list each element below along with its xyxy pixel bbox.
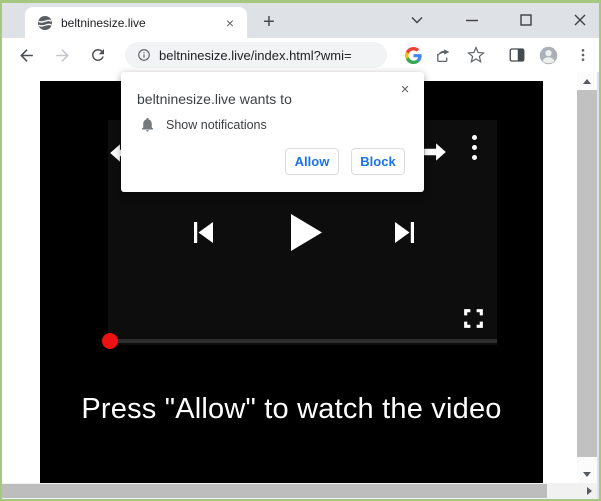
forward-button[interactable] xyxy=(48,41,76,69)
play-icon xyxy=(291,214,322,251)
chevron-down-icon xyxy=(410,13,424,27)
titlebar: beltninesize.live × + xyxy=(2,3,599,38)
scroll-down-icon[interactable] xyxy=(583,472,591,477)
block-button[interactable]: Block xyxy=(351,148,405,175)
toolbar: beltninesize.live/index.html?wmi= xyxy=(2,38,599,72)
notification-permission-dialog: × beltninesize.live wants to Show notifi… xyxy=(121,72,424,192)
avatar-icon xyxy=(538,45,559,66)
horizontal-scrollbar[interactable] xyxy=(2,483,597,499)
star-icon xyxy=(467,46,485,64)
tab-close-icon[interactable]: × xyxy=(221,14,239,32)
side-panel-icon xyxy=(508,46,526,64)
url-text: beltninesize.live/index.html?wmi= xyxy=(159,48,352,63)
permission-label: Show notifications xyxy=(166,118,267,132)
arrow-right-icon xyxy=(422,139,448,165)
window-close-button[interactable] xyxy=(559,3,601,36)
next-track-button[interactable] xyxy=(393,221,415,243)
maximize-icon xyxy=(519,13,533,27)
maximize-button[interactable] xyxy=(505,3,547,36)
forward-arrow-icon xyxy=(53,46,72,65)
three-dot-menu-icon xyxy=(575,47,591,63)
reload-icon xyxy=(89,46,107,64)
reload-button[interactable] xyxy=(84,41,112,69)
side-panel-button[interactable] xyxy=(504,42,530,68)
minimize-button[interactable] xyxy=(451,3,493,36)
bookmark-button[interactable] xyxy=(463,42,489,68)
google-g-icon[interactable] xyxy=(400,42,426,68)
new-tab-button[interactable]: + xyxy=(256,9,282,35)
scroll-right-icon[interactable] xyxy=(587,487,592,495)
allow-button[interactable]: Allow xyxy=(285,148,339,175)
share-icon xyxy=(434,46,452,64)
previous-track-button[interactable] xyxy=(192,221,214,243)
minimize-icon xyxy=(465,13,479,27)
browser-tab[interactable]: beltninesize.live × xyxy=(25,7,247,38)
skip-previous-icon xyxy=(193,222,214,243)
dialog-close-icon[interactable]: × xyxy=(396,80,414,98)
skip-next-icon xyxy=(394,222,415,243)
progress-handle[interactable] xyxy=(102,333,118,349)
address-bar[interactable]: beltninesize.live/index.html?wmi= xyxy=(125,42,387,68)
site-info-icon[interactable] xyxy=(137,48,151,62)
horizontal-scroll-thumb[interactable] xyxy=(2,484,547,498)
three-dot-vertical-icon xyxy=(472,135,477,140)
page-message: Press "Allow" to watch the video xyxy=(40,393,543,426)
back-button[interactable] xyxy=(12,41,40,69)
vertical-scrollbar[interactable] xyxy=(577,72,597,483)
scroll-up-icon[interactable] xyxy=(583,79,591,84)
play-button[interactable] xyxy=(290,213,322,251)
carousel-right-arrow[interactable] xyxy=(420,137,450,167)
bell-icon xyxy=(139,116,156,133)
close-icon xyxy=(573,13,587,27)
browser-menu-button[interactable] xyxy=(570,42,596,68)
tab-title: beltninesize.live xyxy=(61,16,221,30)
player-menu-button[interactable] xyxy=(472,135,477,160)
vertical-scroll-thumb[interactable] xyxy=(577,90,597,457)
profile-avatar[interactable] xyxy=(535,42,561,68)
tab-search-button[interactable] xyxy=(396,3,438,36)
fullscreen-icon xyxy=(461,306,486,331)
progress-bar[interactable] xyxy=(110,339,497,343)
dialog-title: beltninesize.live wants to xyxy=(137,91,292,107)
share-button[interactable] xyxy=(430,42,456,68)
back-arrow-icon xyxy=(17,46,36,65)
fullscreen-button[interactable] xyxy=(459,304,487,332)
globe-favicon-icon xyxy=(37,15,53,31)
